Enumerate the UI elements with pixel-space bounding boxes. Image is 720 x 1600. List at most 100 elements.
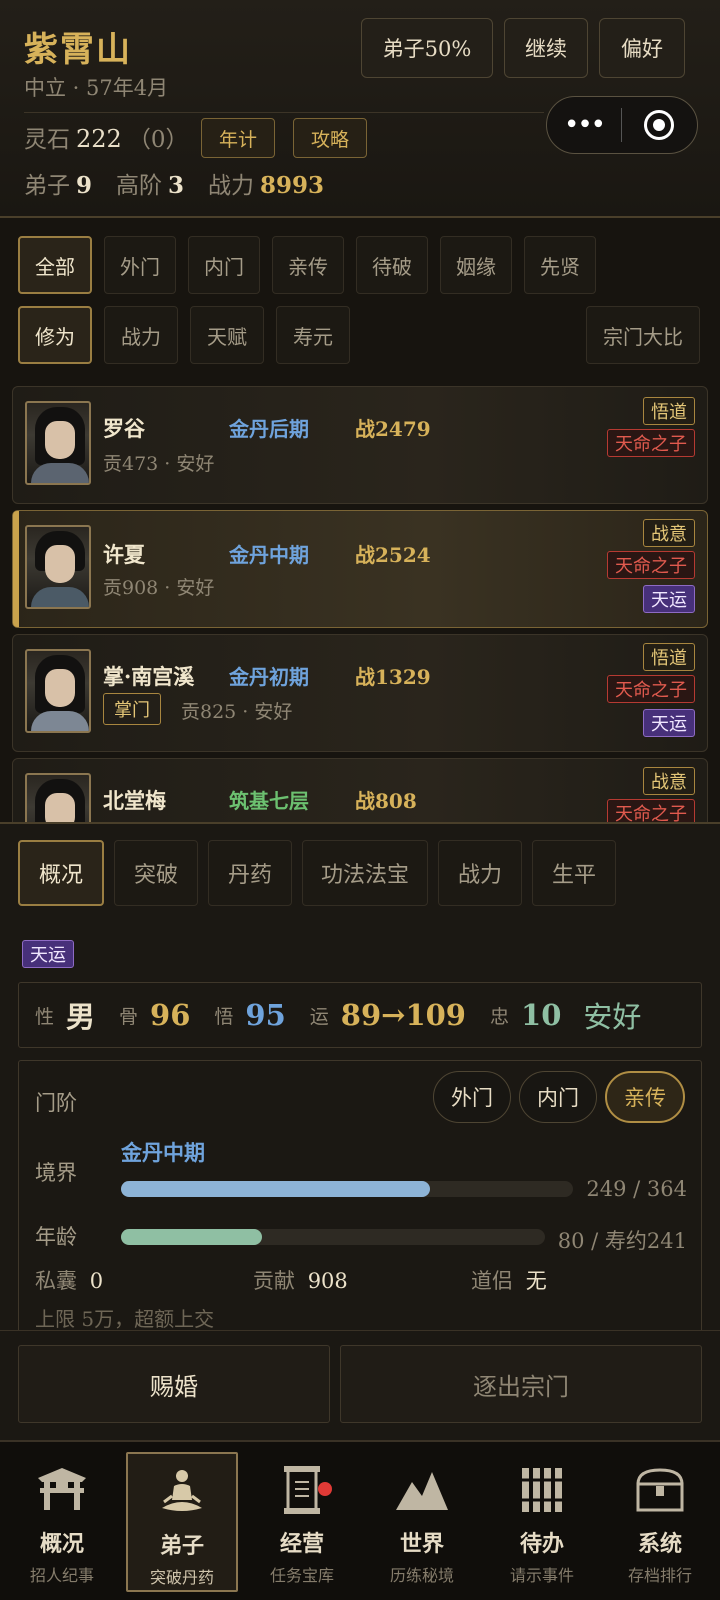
attribute-row: 性 男 骨 96 悟 95 运 89→109 忠 10 安好 (18, 982, 702, 1048)
filter-romance[interactable]: 姻缘 (440, 236, 512, 294)
more-icon[interactable]: ••• (547, 110, 621, 140)
bone-value: 96 (150, 998, 191, 1032)
age-progress-text: 80 / 寿约241 (557, 1229, 687, 1253)
purse-stat: 私囊 0 (35, 1265, 103, 1295)
sort-lifespan[interactable]: 寿元 (276, 306, 350, 364)
partner-stat: 道侣 无 (471, 1265, 547, 1295)
disciple-speed-button[interactable]: 弟子50% (361, 18, 493, 78)
sort-talent[interactable]: 天赋 (190, 306, 264, 364)
trait-badge: 天命之子 (607, 675, 695, 703)
mountain-icon (396, 1472, 448, 1510)
disciple-card-selected[interactable]: 许夏 金丹中期 战2524 贡908 · 安好 战意 天命之子 天运 (12, 510, 708, 628)
nav-label: 概况 (39, 1531, 84, 1557)
sect-stats: 弟子 9 高阶 3 战力 8993 (24, 166, 324, 200)
disciple-portrait (25, 649, 91, 733)
filter-inner[interactable]: 内门 (188, 236, 260, 294)
nav-sublabel: 历练秘境 (389, 1566, 454, 1585)
tab-pills[interactable]: 丹药 (208, 840, 292, 906)
trait-badge: 战意 (643, 767, 695, 795)
notification-dot (318, 1482, 332, 1496)
action-bar: 赐婚 逐出宗门 (0, 1330, 720, 1440)
close-target-icon[interactable] (622, 110, 696, 140)
rank-outer-button[interactable]: 外门 (433, 1071, 511, 1123)
partner-value: 无 (525, 1269, 547, 1293)
disciple-power: 战2524 (355, 543, 431, 567)
nav-system[interactable]: 系统 存档排行 (604, 1452, 716, 1592)
nav-management[interactable]: 经营 任务宝库 (246, 1452, 358, 1592)
contribution-stat: 贡献 908 (253, 1265, 348, 1295)
sort-cultivation[interactable]: 修为 (18, 306, 92, 364)
gate-icon (38, 1468, 86, 1510)
tab-biography[interactable]: 生平 (532, 840, 616, 906)
sect-contest-button[interactable]: 宗门大比 (586, 306, 700, 364)
filter-outer[interactable]: 外门 (104, 236, 176, 294)
tab-overview[interactable]: 概况 (18, 840, 104, 906)
luck-badge: 天运 (643, 585, 695, 613)
expel-button[interactable]: 逐出宗门 (340, 1345, 702, 1423)
partner-label: 道侣 (471, 1269, 513, 1293)
nav-sublabel: 请示事件 (509, 1566, 574, 1585)
age-progress-bar (121, 1229, 545, 1245)
chest-icon (636, 1468, 684, 1512)
sort-power[interactable]: 战力 (104, 306, 178, 364)
sect-leader-tag: 掌门 (103, 693, 161, 725)
disciple-power: 战1329 (355, 665, 431, 689)
nav-label: 世界 (399, 1531, 444, 1557)
trait-badge: 天命之子 (607, 551, 695, 579)
power-label: 战力 (208, 173, 255, 199)
nav-sublabel: 存档排行 (627, 1566, 692, 1585)
status-value: 安好 (583, 1000, 642, 1034)
age-label: 年龄 (35, 1225, 77, 1249)
trait-badge: 战意 (643, 519, 695, 547)
nav-label: 系统 (637, 1531, 682, 1557)
disciple-name: 北堂梅 (103, 788, 166, 813)
spirit-stone-pending: （0） (127, 127, 189, 153)
tab-power[interactable]: 战力 (438, 840, 522, 906)
sect-header: 紫霄山 中立 · 57年4月 弟子50% 继续 偏好 ••• 灵石 222 （0… (0, 0, 720, 218)
guide-button[interactable]: 攻略 (293, 118, 367, 158)
filter-direct[interactable]: 亲传 (272, 236, 344, 294)
high-rank-count: 3 (168, 172, 185, 199)
disciple-detail-panel: 概况 突破 丹药 功法法宝 战力 生平 天运 性 男 骨 96 悟 95 运 8… (0, 822, 720, 1340)
bone-label: 骨 (119, 1005, 139, 1028)
nav-world[interactable]: 世界 历练秘境 (366, 1452, 478, 1592)
realm-progress-fill (121, 1181, 431, 1197)
nav-sublabel: 招人纪事 (29, 1566, 94, 1585)
disciple-card[interactable]: 掌·南宫溪 金丹初期 战1329 掌门 贡825 · 安好 悟道 天命之子 天运 (12, 634, 708, 752)
disciple-info: 贡473 · 安好 (103, 453, 215, 475)
trait-badge: 悟道 (643, 397, 695, 425)
nav-disciples[interactable]: 弟子 突破丹药 (126, 1452, 238, 1592)
spirit-stone-value: 222 (76, 125, 122, 153)
nav-overview[interactable]: 概况 招人纪事 (6, 1452, 118, 1592)
disciple-realm: 金丹后期 (229, 417, 309, 441)
trait-badge: 天命之子 (607, 429, 695, 457)
disciple-name: 许夏 (103, 542, 145, 567)
preferences-button[interactable]: 偏好 (599, 18, 685, 78)
trait-badge: 天命之子 (607, 799, 695, 822)
filter-pending-breakthrough[interactable]: 待破 (356, 236, 428, 294)
realm-label: 境界 (35, 1161, 77, 1185)
filter-ancestors[interactable]: 先贤 (524, 236, 596, 294)
arrange-marriage-button[interactable]: 赐婚 (18, 1345, 330, 1423)
nav-todo[interactable]: 待办 请示事件 (486, 1452, 598, 1592)
disciple-portrait (25, 401, 91, 485)
disciple-power: 战808 (355, 789, 417, 813)
tab-breakthrough[interactable]: 突破 (114, 840, 198, 906)
disciple-name: 罗谷 (103, 416, 145, 441)
yearly-plan-button[interactable]: 年计 (201, 118, 275, 158)
disciple-name: 掌·南宫溪 (103, 664, 195, 689)
realm-progress-bar (121, 1181, 573, 1197)
disciple-list[interactable]: 罗谷 金丹后期 战2479 贡473 · 安好 悟道 天命之子 许夏 金丹中期 … (12, 386, 708, 822)
tab-techniques[interactable]: 功法法宝 (302, 840, 428, 906)
nav-label: 弟子 (159, 1533, 204, 1559)
continue-button[interactable]: 继续 (504, 18, 588, 78)
rank-inner-button[interactable]: 内门 (519, 1071, 597, 1123)
disciple-card[interactable]: 北堂梅 筑基七层 战808 战意 天命之子 (12, 758, 708, 822)
disciple-info: 贡825 · 安好 (181, 701, 293, 723)
disciple-card[interactable]: 罗谷 金丹后期 战2479 贡473 · 安好 悟道 天命之子 (12, 386, 708, 504)
luck-label: 运 (309, 1005, 329, 1028)
sect-alignment-date: 中立 · 57年4月 (24, 76, 169, 100)
disciple-info-box: 门阶 外门 内门 亲传 境界 金丹中期 249 / 364 年龄 80 / 寿约… (18, 1060, 702, 1340)
filter-all[interactable]: 全部 (18, 236, 92, 294)
rank-direct-button[interactable]: 亲传 (605, 1071, 685, 1123)
